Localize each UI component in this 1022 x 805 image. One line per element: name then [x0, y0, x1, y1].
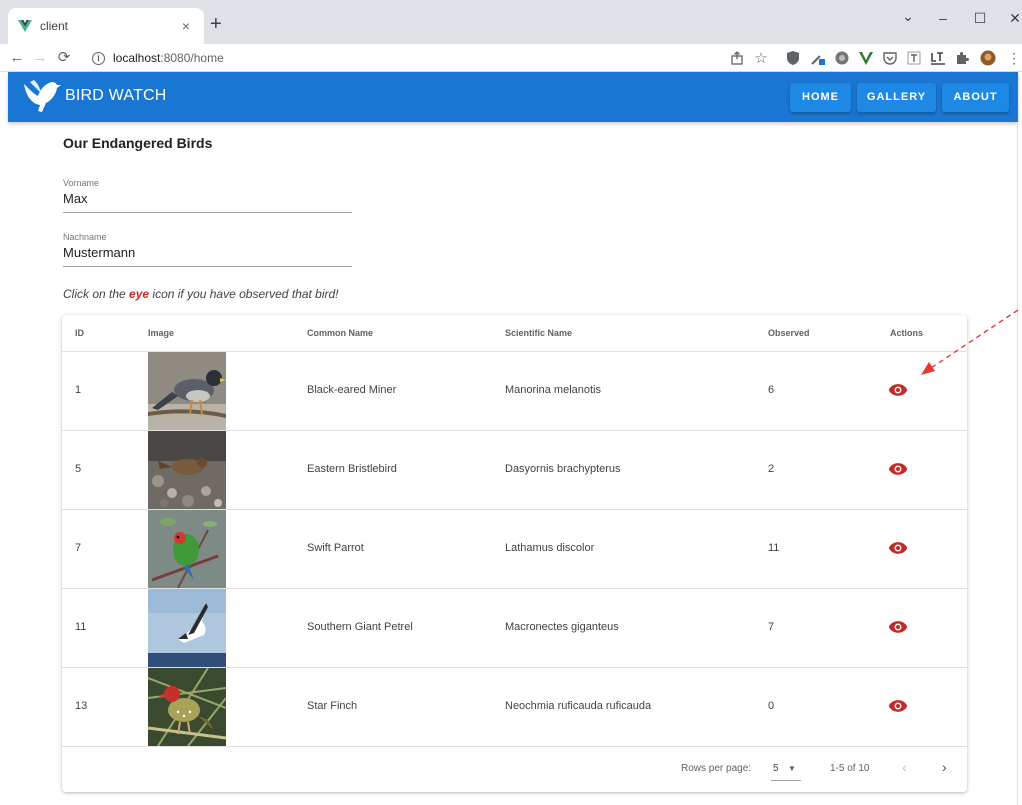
cell-observed: 11 [768, 542, 780, 554]
eye-icon[interactable] [888, 382, 908, 398]
browser-tab[interactable]: client × [8, 8, 204, 44]
bookmark-star-icon[interactable]: ☆ [753, 50, 769, 67]
table-row: 1 Black-eared Miner Manorina melanotis 6 [62, 352, 967, 431]
bird-image-eastern-bristlebird [148, 431, 226, 509]
vue-favicon-icon [18, 20, 32, 32]
first-name-input[interactable]: Max [63, 191, 352, 212]
nav-about-button[interactable]: ABOUT [942, 83, 1009, 112]
tab-search-chevron-icon[interactable]: ⌄ [898, 8, 918, 25]
header-actions: Actions [890, 328, 924, 338]
reload-icon[interactable]: ⟳ [55, 48, 73, 68]
app-bar: BIRD WATCH HOME GALLERY ABOUT [8, 72, 1018, 122]
cell-scientific-name: Dasyornis brachypterus [505, 463, 621, 475]
table-row: 5 Eastern Bristlebird Dasyornis brachypt… [62, 431, 967, 510]
bird-image-star-finch [148, 668, 226, 746]
table-footer: Rows per page: 5 ▼ 1-5 of 10 ‹ › [62, 747, 967, 792]
table-header: ID Image Common Name Scientific Name Obs… [62, 315, 967, 352]
table-row: 11 Southern Giant Petrel Macronectes gig… [62, 589, 967, 668]
cell-common-name: Swift Parrot [307, 542, 364, 554]
lt-extension-icon[interactable] [930, 50, 946, 66]
address-bar[interactable]: i localhost:8080/home [92, 47, 712, 69]
eye-icon[interactable] [888, 698, 908, 714]
cell-id: 13 [75, 700, 88, 712]
cell-id: 11 [75, 621, 87, 633]
cell-scientific-name: Macronectes giganteus [505, 621, 619, 633]
eye-icon[interactable] [888, 461, 908, 477]
cell-observed: 6 [768, 384, 775, 396]
cell-scientific-name: Lathamus discolor [505, 542, 595, 554]
eye-icon[interactable] [888, 540, 908, 556]
nav-home-button[interactable]: HOME [790, 83, 851, 112]
bird-image-southern-giant-petrel [148, 589, 226, 667]
cell-scientific-name: Manorina melanotis [505, 384, 601, 396]
dropper-extension-icon[interactable] [810, 50, 826, 66]
cell-id: 7 [75, 542, 82, 554]
cell-observed: 2 [768, 463, 775, 475]
header-scientific-name[interactable]: Scientific Name [505, 328, 572, 338]
header-image: Image [148, 328, 175, 338]
back-arrow-icon[interactable]: ← [8, 48, 26, 68]
rows-per-page-value: 5 [773, 763, 779, 774]
page-title: Our Endangered Birds [63, 135, 213, 151]
close-window-button[interactable]: ✕ [1005, 10, 1022, 27]
table-row: 7 Swift Parrot Lathamus discolor 11 [62, 510, 967, 589]
browser-menu-icon[interactable]: ⋮ [1006, 50, 1022, 66]
cell-id: 1 [75, 384, 82, 396]
nav-gallery-button[interactable]: GALLERY [857, 83, 936, 112]
first-name-field[interactable]: Vorname Max [63, 178, 352, 213]
header-common-name[interactable]: Common Name [307, 328, 373, 338]
shield-extension-icon[interactable] [785, 50, 801, 66]
profile-avatar[interactable] [980, 50, 996, 66]
caret-down-icon: ▼ [788, 764, 796, 773]
app-title: BIRD WATCH [65, 87, 167, 104]
cell-id: 5 [75, 463, 82, 475]
pagination-range: 1-5 of 10 [830, 763, 870, 774]
share-icon[interactable] [729, 50, 745, 66]
vue-devtools-icon[interactable] [858, 50, 874, 66]
site-info-icon[interactable]: i [92, 51, 105, 65]
rows-per-page-select[interactable]: 5 ▼ [771, 759, 801, 781]
hint-eye-word: eye [129, 287, 150, 301]
bird-image-black-eared-miner [148, 352, 226, 430]
maximize-button[interactable]: ☐ [970, 10, 990, 27]
tab-close-icon[interactable]: × [178, 18, 194, 34]
new-tab-button[interactable]: + [210, 14, 222, 34]
rows-per-page-label: Rows per page: [681, 763, 752, 774]
observation-hint: Click on the eye icon if you have observ… [63, 287, 339, 301]
cell-common-name: Black-eared Miner [307, 384, 397, 396]
header-observed[interactable]: Observed [768, 328, 810, 338]
globe-extension-icon[interactable] [834, 50, 850, 66]
puzzle-extensions-icon[interactable] [954, 50, 970, 66]
cell-common-name: Eastern Bristlebird [307, 463, 397, 475]
dove-logo-icon [24, 80, 61, 112]
pocket-icon[interactable] [882, 50, 898, 66]
birds-table: ID Image Common Name Scientific Name Obs… [62, 315, 967, 792]
first-name-label: Vorname [63, 178, 100, 188]
last-name-input[interactable]: Mustermann [63, 245, 352, 266]
minimize-button[interactable]: – [933, 10, 953, 26]
cell-common-name: Star Finch [307, 700, 358, 712]
text-extension-icon[interactable] [906, 50, 922, 66]
cell-common-name: Southern Giant Petrel [307, 621, 413, 633]
tab-title: client [40, 19, 69, 33]
header-id[interactable]: ID [75, 328, 84, 338]
last-name-label: Nachname [63, 232, 107, 242]
browser-tab-strip: client × + ⌄ – ☐ ✕ [0, 0, 1022, 44]
forward-arrow-icon[interactable]: → [31, 48, 49, 68]
scrollbar-track[interactable] [1017, 122, 1018, 805]
cell-observed: 0 [768, 700, 775, 712]
url-text: localhost:8080/home [113, 51, 224, 65]
next-page-button[interactable]: › [942, 759, 947, 775]
eye-icon[interactable] [888, 619, 908, 635]
table-row: 13 Star Finch Neochmia ruficauda ruficau… [62, 668, 967, 747]
browser-toolbar: ← → ⟳ i localhost:8080/home ☆ ⋮ [0, 44, 1022, 72]
cell-scientific-name: Neochmia ruficauda ruficauda [505, 700, 652, 712]
bird-image-swift-parrot [148, 510, 226, 588]
last-name-field[interactable]: Nachname Mustermann [63, 232, 352, 267]
previous-page-button[interactable]: ‹ [902, 759, 907, 775]
cell-observed: 7 [768, 621, 775, 633]
